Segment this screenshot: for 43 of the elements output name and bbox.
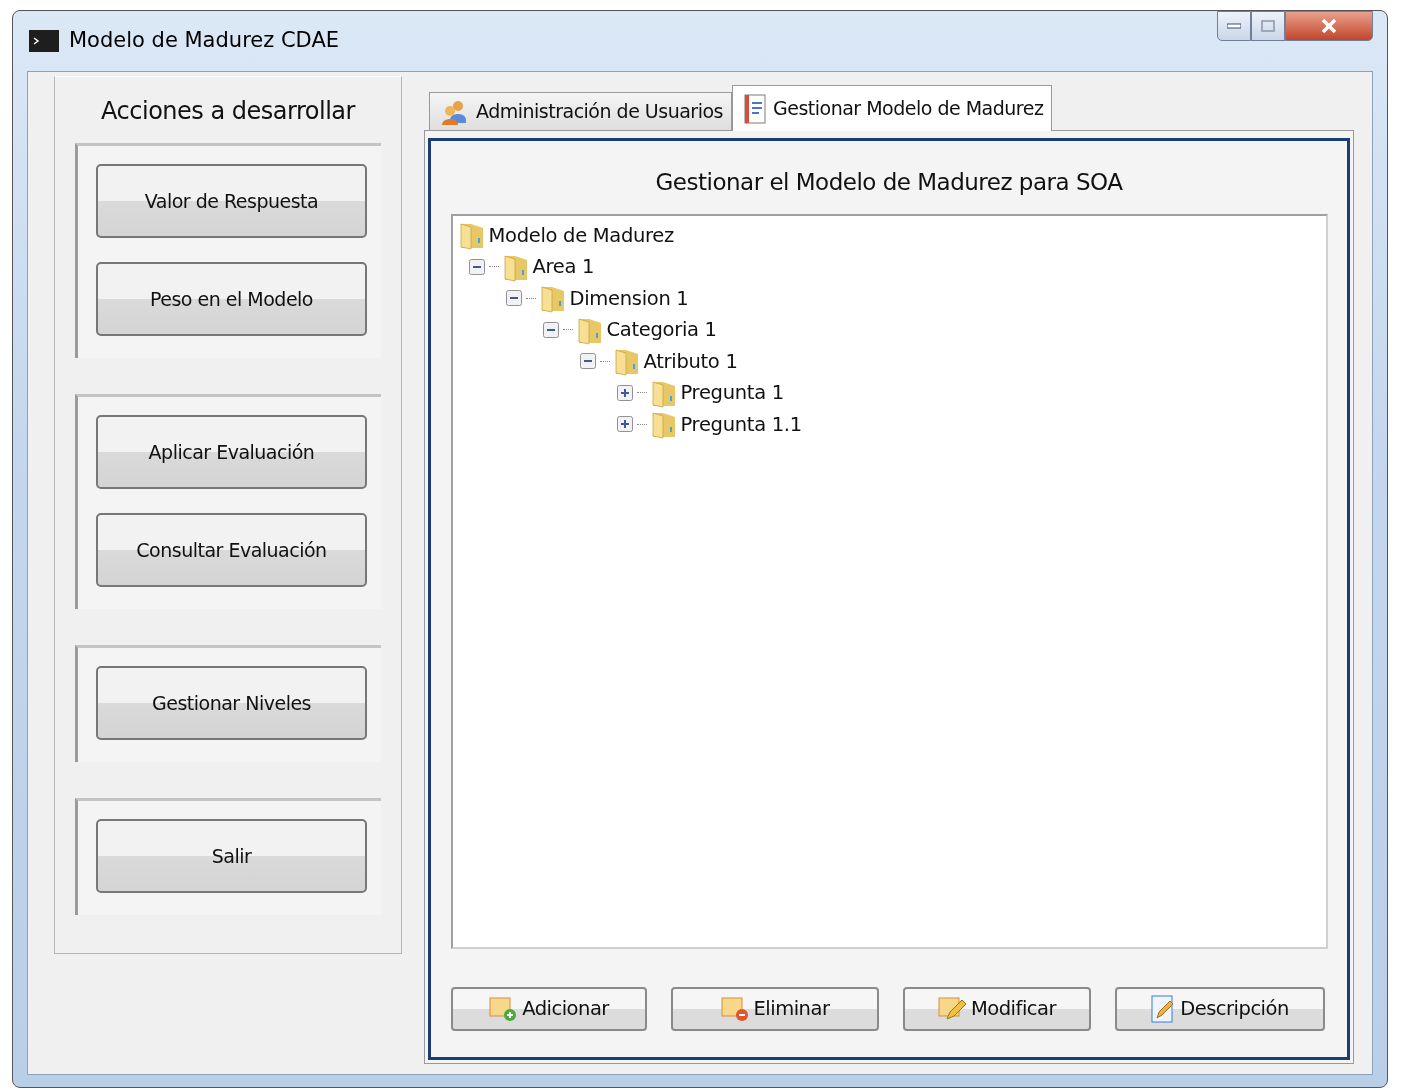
action-button[interactable]: Eliminar [670, 987, 879, 1031]
tab[interactable]: Administración de Usuarios [429, 92, 732, 130]
console-icon [29, 30, 59, 52]
folder-icon [613, 346, 640, 377]
panel-title: Acciones a desarrollar [101, 96, 355, 127]
action-button[interactable]: Adicionar [450, 987, 647, 1031]
tree-node-label[interactable]: Pregunta 1 [680, 378, 784, 408]
tree-node-label[interactable]: Area 1 [532, 252, 595, 282]
add-icon [488, 995, 519, 1023]
action-button[interactable]: Valor de Respuesta [96, 164, 367, 238]
collapse-icon[interactable] [579, 353, 596, 370]
collapse-icon[interactable] [468, 258, 485, 275]
maximize-icon [1261, 20, 1275, 32]
action-button[interactable]: Peso en el Modelo [96, 262, 367, 336]
minimize-icon [1227, 23, 1241, 29]
tab[interactable]: Gestionar Modelo de Madurez [731, 85, 1053, 131]
edit-icon [937, 995, 967, 1023]
tree-node-label[interactable]: Modelo de Madurez [488, 220, 674, 250]
collapse-icon[interactable] [542, 321, 559, 338]
action-button[interactable]: Salir [96, 819, 367, 893]
action-button[interactable]: Consultar Evaluación [96, 513, 367, 587]
document-icon [742, 93, 767, 124]
folder-icon [650, 409, 677, 440]
folder-icon [458, 220, 485, 251]
action-button[interactable]: Gestionar Niveles [96, 666, 367, 740]
tree-node-label[interactable]: Categoria 1 [606, 315, 717, 345]
tree-node-label[interactable]: Dimension 1 [569, 283, 689, 313]
close-icon [1320, 18, 1338, 34]
action-button[interactable]: Descripción [1114, 987, 1325, 1031]
tree-node-label[interactable]: Atributo 1 [643, 346, 738, 376]
minimize-button[interactable] [1217, 11, 1251, 41]
remove-icon [719, 995, 750, 1023]
expand-icon[interactable] [616, 416, 633, 433]
window-title: Modelo de Madurez CDAE [69, 27, 340, 55]
expand-icon[interactable] [616, 384, 633, 401]
action-button[interactable]: Aplicar Evaluación [96, 415, 367, 489]
panel-title: Gestionar el Modelo de Madurez para SOA [655, 168, 1123, 197]
collapse-icon[interactable] [505, 290, 522, 307]
close-button[interactable] [1285, 11, 1373, 41]
tree-node-label[interactable]: Pregunta 1.1 [680, 409, 802, 439]
action-button[interactable]: Modificar [902, 987, 1091, 1031]
folder-icon [539, 283, 566, 314]
maximize-button[interactable] [1251, 11, 1285, 41]
